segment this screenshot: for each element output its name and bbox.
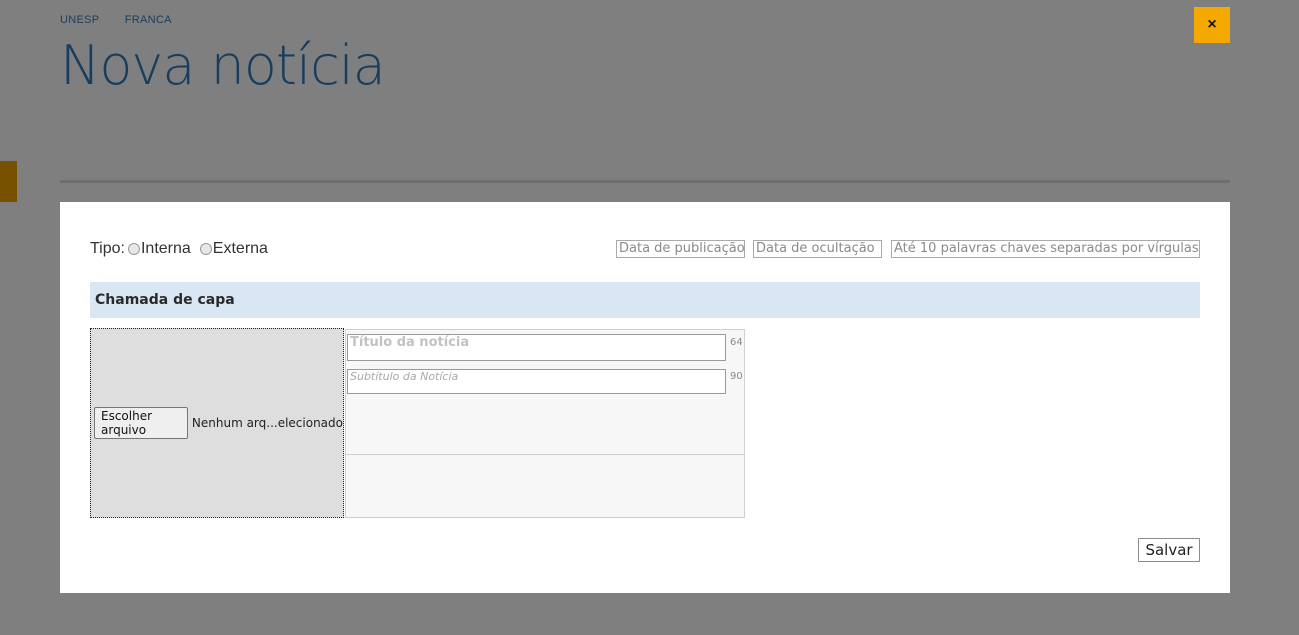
news-form-modal: Tipo: Interna Externa Data de publicação… bbox=[60, 202, 1230, 593]
tipo-group: Tipo: Interna Externa bbox=[90, 240, 274, 258]
keywords-field[interactable]: Até 10 palavras chaves separadas por vír… bbox=[891, 240, 1200, 258]
save-button[interactable]: Salvar bbox=[1138, 538, 1200, 562]
publish-date-field[interactable]: Data de publicação bbox=[616, 240, 745, 258]
radio-interna-label[interactable]: Interna bbox=[141, 240, 191, 258]
section-header: Chamada de capa bbox=[90, 282, 1200, 318]
title-input[interactable]: Título da notícia bbox=[347, 334, 726, 361]
subtitle-char-counter: 90 bbox=[730, 371, 743, 382]
close-button[interactable]: × bbox=[1194, 7, 1230, 43]
radio-interna[interactable] bbox=[127, 243, 140, 255]
hide-date-field[interactable]: Data de ocultação bbox=[753, 240, 882, 258]
image-upload-area[interactable]: Escolher arquivo Nenhum arq...elecionado bbox=[90, 328, 344, 518]
subtitle-input[interactable]: Subtítulo da Notícia bbox=[347, 369, 726, 394]
tipo-label: Tipo: bbox=[90, 240, 125, 257]
radio-externa-label[interactable]: Externa bbox=[213, 240, 268, 258]
text-panel: Título da notícia 64 Subtítulo da Notíci… bbox=[345, 329, 745, 518]
choose-file-button[interactable]: Escolher arquivo bbox=[94, 407, 188, 439]
close-icon: × bbox=[1207, 16, 1217, 33]
file-status: Nenhum arq...elecionado bbox=[191, 416, 343, 430]
title-char-counter: 64 bbox=[730, 337, 743, 348]
radio-externa[interactable] bbox=[199, 243, 212, 255]
text-panel-top: Título da notícia 64 Subtítulo da Notíci… bbox=[346, 330, 744, 455]
